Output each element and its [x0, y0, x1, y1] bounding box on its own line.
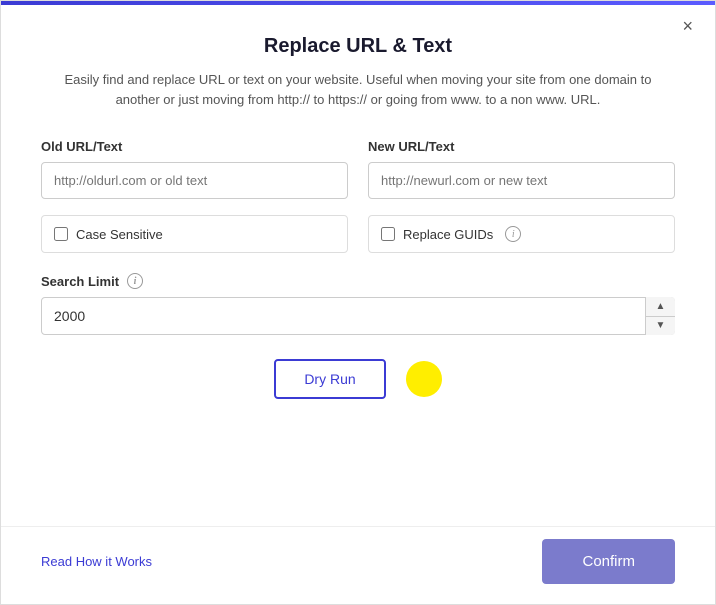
- spin-up-button[interactable]: ▲: [646, 297, 675, 317]
- replace-url-dialog: × Replace URL & Text Easily find and rep…: [0, 0, 716, 605]
- replace-guids-info-icon[interactable]: i: [505, 226, 521, 242]
- dialog-title: Replace URL & Text: [41, 35, 675, 58]
- search-limit-input-wrapper: ▲ ▼: [41, 297, 675, 335]
- old-url-group: Old URL/Text: [41, 139, 348, 199]
- checkbox-row: Case Sensitive Replace GUIDs i: [41, 215, 675, 253]
- confirm-button[interactable]: Confirm: [542, 539, 675, 584]
- search-limit-section: Search Limit i ▲ ▼: [41, 273, 675, 335]
- loading-indicator: [406, 361, 442, 397]
- search-limit-text: Search Limit: [41, 274, 119, 289]
- close-button[interactable]: ×: [678, 13, 697, 39]
- new-url-label: New URL/Text: [368, 139, 675, 154]
- new-url-input[interactable]: [368, 162, 675, 199]
- case-sensitive-group: Case Sensitive: [41, 215, 348, 253]
- dialog-body: Replace URL & Text Easily find and repla…: [1, 5, 715, 526]
- search-limit-input[interactable]: [41, 297, 675, 335]
- replace-guids-checkbox[interactable]: [381, 227, 395, 241]
- new-url-group: New URL/Text: [368, 139, 675, 199]
- dialog-description: Easily find and replace URL or text on y…: [48, 70, 668, 109]
- dialog-footer: Read How it Works Confirm: [1, 526, 715, 604]
- spin-down-button[interactable]: ▼: [646, 317, 675, 336]
- old-url-label: Old URL/Text: [41, 139, 348, 154]
- search-limit-label-row: Search Limit i: [41, 273, 675, 289]
- replace-guids-label: Replace GUIDs: [403, 227, 493, 242]
- url-fields-row: Old URL/Text New URL/Text: [41, 139, 675, 199]
- replace-guids-group: Replace GUIDs i: [368, 215, 675, 253]
- search-limit-info-icon[interactable]: i: [127, 273, 143, 289]
- case-sensitive-checkbox[interactable]: [54, 227, 68, 241]
- spin-buttons: ▲ ▼: [645, 297, 675, 335]
- read-how-it-works-link[interactable]: Read How it Works: [41, 554, 152, 569]
- actions-row: Dry Run: [41, 359, 675, 399]
- old-url-input[interactable]: [41, 162, 348, 199]
- dry-run-button[interactable]: Dry Run: [274, 359, 385, 399]
- case-sensitive-label: Case Sensitive: [76, 227, 163, 242]
